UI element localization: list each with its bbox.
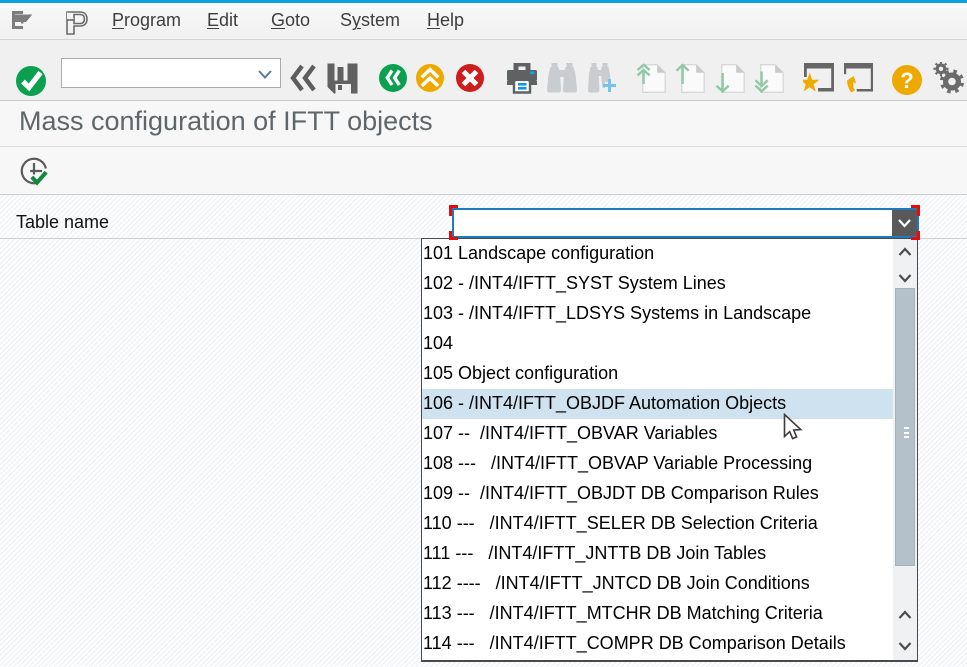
svg-text:?: ? bbox=[900, 68, 913, 93]
